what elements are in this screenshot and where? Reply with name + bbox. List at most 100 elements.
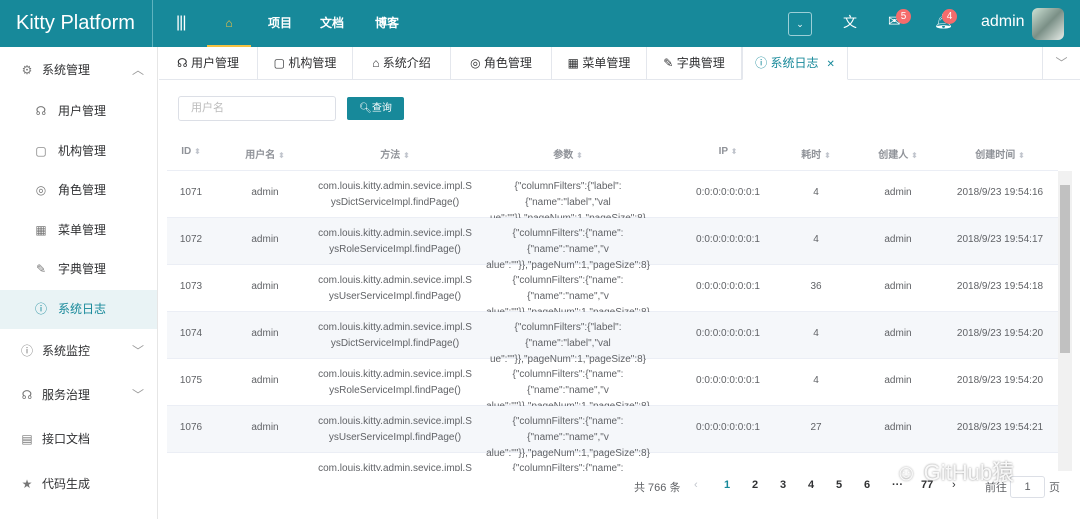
table-cell: 2018/9/23 19:54:20	[956, 375, 1044, 386]
column-header[interactable]: 方法 ⬍	[310, 146, 480, 161]
scrollbar-thumb[interactable]	[1060, 185, 1070, 353]
tab-menu[interactable]: ▦ 菜单管理	[552, 47, 647, 80]
nav-docs[interactable]: 文档	[320, 0, 344, 47]
username-search-input[interactable]: 用户名	[178, 96, 336, 121]
table-row[interactable]: 1075 admin com.louis.kitty.admin.sevice.im…	[167, 359, 1058, 412]
home-icon: ⌂	[225, 16, 233, 30]
log-table: ID ⬍ 用户名 ⬍ 方法 ⬍ 参数 ⬍ IP ⬍ 耗时 ⬍ 创建人 ⬍ 创建时间 ⬍ 107…	[167, 133, 1058, 471]
table-cell: admin	[884, 234, 912, 245]
sort-icon[interactable]: ⬍	[194, 147, 201, 156]
table-cell: {"columnFilters":{"name":{"name":"name",…	[512, 463, 624, 471]
table-cell: admin	[251, 281, 279, 292]
nav-blog[interactable]: 博客	[375, 0, 399, 47]
page-button[interactable]: 6	[864, 479, 870, 491]
table-cell: admin	[884, 328, 912, 339]
chevron-up-icon: ︿	[132, 63, 145, 77]
table-cell: 0:0:0:0:0:0:0:1	[696, 328, 760, 339]
org-icon: ▢	[273, 56, 289, 70]
sidebar-item-menu[interactable]: ▦ 菜单管理	[0, 211, 157, 250]
sort-icon[interactable]: ⬍	[731, 147, 738, 156]
tab-roles[interactable]: ◎ 角色管理	[451, 47, 552, 80]
page-button[interactable]: 4	[808, 479, 814, 491]
table-cell: com.louis.kitty.admin.sevice.impl.S	[318, 463, 472, 471]
table-cell: 1075	[179, 375, 203, 386]
nav-project[interactable]: 项目	[268, 0, 292, 47]
query-button[interactable]: 🔍︎查询	[347, 97, 404, 120]
column-header[interactable]: 创建人 ⬍	[858, 146, 938, 161]
close-icon[interactable]: ✕	[826, 59, 834, 70]
page-suffix: 页	[1049, 482, 1060, 494]
translate-icon[interactable]: 文	[843, 12, 857, 32]
sidebar-item-system[interactable]: ⚙ 系统管理 ︿	[0, 51, 157, 90]
tab-org[interactable]: ▢ 机构管理	[258, 47, 353, 80]
grid-icon: ▦	[35, 223, 47, 237]
table-scrollbar[interactable]	[1058, 171, 1072, 471]
table-cell: com.louis.kitty.admin.sevice.impl.S ysRol…	[318, 369, 472, 396]
avatar[interactable]	[1032, 8, 1064, 40]
headset-icon: ☊	[21, 388, 33, 402]
table-cell: 1071	[179, 187, 203, 198]
page-button[interactable]: 3	[780, 479, 786, 491]
table-row[interactable]: 1071 admin com.louis.kitty.admin.sevice.im…	[167, 171, 1058, 224]
grid-icon: ▦	[567, 56, 583, 70]
sort-icon[interactable]: ⬍	[403, 151, 410, 160]
theme-dropdown-button[interactable]: ⌄	[788, 12, 812, 36]
sort-icon[interactable]: ⬍	[911, 151, 918, 160]
tab-intro[interactable]: ⌂ 系统介绍	[353, 47, 451, 80]
column-header[interactable]: IP ⬍	[668, 146, 788, 157]
table-cell: 0:0:0:0:0:0:0:1	[696, 187, 760, 198]
sidebar-item-codegen[interactable]: ★ 代码生成	[0, 465, 157, 504]
sidebar-item-service[interactable]: ☊ 服务治理 ﹀	[0, 376, 157, 415]
table-cell: com.louis.kitty.admin.sevice.impl.S ysDic…	[318, 181, 472, 208]
sidebar-item-org[interactable]: ▢ 机构管理	[0, 132, 157, 171]
table-row[interactable]: 1072 admin com.louis.kitty.admin.sevice.im…	[167, 218, 1058, 271]
column-header[interactable]: 参数 ⬍	[478, 146, 658, 161]
page-button[interactable]: 2	[752, 479, 758, 491]
tab-dict[interactable]: ✎ 字典管理	[647, 47, 742, 80]
table-cell: 0:0:0:0:0:0:0:1	[696, 375, 760, 386]
tab-users[interactable]: ☊ 用户管理	[159, 47, 258, 80]
tab-bar: ☊ 用户管理 ▢ 机构管理 ⌂ 系统介绍 ◎ 角色管理 ▦ 菜单管理 ✎ 字典管…	[159, 47, 1080, 80]
prev-page-button[interactable]: ‹	[694, 479, 698, 491]
sidebar-item-roles[interactable]: ◎ 角色管理	[0, 171, 157, 210]
column-header[interactable]: 用户名 ⬍	[230, 146, 300, 161]
sidebar-item-api-docs[interactable]: ▤ 接口文档	[0, 420, 157, 459]
headset-icon: ☊	[35, 104, 47, 118]
column-header[interactable]: ID ⬍	[167, 146, 216, 157]
column-header[interactable]: 创建时间 ⬍	[940, 146, 1058, 161]
sort-icon[interactable]: ⬍	[1018, 151, 1025, 160]
page-button[interactable]: 1	[724, 479, 730, 491]
table-cell: 2018/9/23 19:54:18	[956, 281, 1044, 292]
table-cell: 0:0:0:0:0:0:0:1	[696, 234, 760, 245]
table-cell: 1073	[179, 281, 203, 292]
home-nav[interactable]: ⌂	[207, 0, 251, 47]
edit-icon: ✎	[35, 262, 47, 276]
tab-log[interactable]: ⓘ 系统日志 ✕	[742, 47, 848, 80]
table-cell: com.louis.kitty.admin.sevice.impl.S ysDic…	[318, 322, 472, 349]
info-icon: ⓘ	[20, 344, 33, 358]
table-cell: com.louis.kitty.admin.sevice.impl.S ysUse…	[318, 416, 472, 443]
column-header[interactable]: 耗时 ⬍	[786, 146, 846, 161]
watermark: ☺ GitHub猿	[895, 460, 1015, 485]
table-cell: admin	[251, 234, 279, 245]
sidebar-item-dict[interactable]: ✎ 字典管理	[0, 250, 157, 289]
table-cell: 1074	[179, 328, 203, 339]
sidebar-item-log[interactable]: ⓘ 系统日志	[0, 290, 157, 329]
table-row[interactable]: 1076 admin com.louis.kitty.admin.sevice.im…	[167, 406, 1058, 459]
tabs-more-dropdown[interactable]: ﹀	[1042, 47, 1080, 80]
user-name[interactable]: admin	[981, 13, 1025, 31]
edit-icon: ✎	[663, 56, 677, 70]
page-button[interactable]: 5	[836, 479, 842, 491]
goto-page-input[interactable]: 1	[1010, 476, 1045, 498]
collapse-menu-icon[interactable]: |||	[176, 14, 187, 32]
top-header: Kitty Platform ||| ⌂ 项目 文档 博客 ⌄ 文 ✉ 5 🔔︎…	[0, 0, 1080, 47]
sort-icon[interactable]: ⬍	[278, 151, 285, 160]
sidebar: ⚙ 系统管理 ︿ ☊ 用户管理 ▢ 机构管理 ◎ 角色管理 ▦ 菜单管理 ✎ 字典管理 ⓘ 系统…	[0, 47, 158, 519]
sort-icon[interactable]: ⬍	[576, 151, 583, 160]
table-cell: 4	[813, 328, 819, 339]
sidebar-item-monitor[interactable]: ⓘ 系统监控 ﹀	[0, 332, 157, 371]
sidebar-item-users[interactable]: ☊ 用户管理	[0, 92, 157, 131]
sort-icon[interactable]: ⬍	[824, 151, 831, 160]
table-row[interactable]: 1073 admin com.louis.kitty.admin.sevice.im…	[167, 265, 1058, 318]
table-row[interactable]: 1074 admin com.louis.kitty.admin.sevice.im…	[167, 312, 1058, 365]
